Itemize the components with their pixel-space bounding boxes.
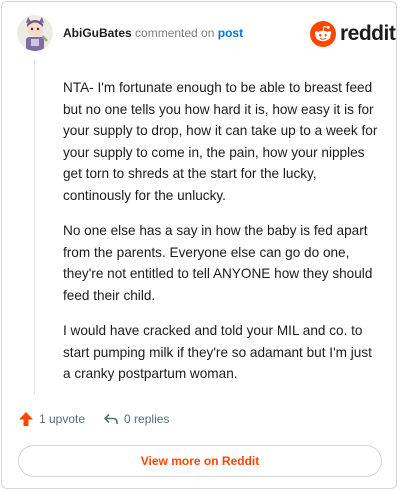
view-more-button[interactable]: View more on Reddit bbox=[18, 445, 382, 477]
thread-line bbox=[34, 60, 35, 395]
avatar-image bbox=[17, 15, 53, 51]
user-avatar[interactable] bbox=[17, 15, 53, 51]
upvote-count: 1 upvote bbox=[39, 412, 86, 426]
reply-button[interactable]: 0 replies bbox=[103, 411, 169, 427]
comment-header: AbiGuBates commented on post bbox=[63, 26, 243, 40]
comment-paragraph-2: No one else has a say in how the baby is… bbox=[63, 223, 373, 303]
comment-body: NTA- I'm fortunate enough to be able to … bbox=[63, 77, 381, 399]
reddit-wordmark: reddit bbox=[340, 22, 396, 45]
upvote-button[interactable]: 1 upvote bbox=[18, 411, 85, 427]
reddit-logo[interactable]: reddit bbox=[310, 21, 396, 47]
post-link[interactable]: post bbox=[218, 26, 243, 40]
upvote-arrow-icon bbox=[19, 412, 33, 426]
commented-on-text: commented on bbox=[135, 26, 215, 40]
comment-embed-card: AbiGuBates commented on post reddit NTA-… bbox=[1, 1, 397, 489]
username-link[interactable]: AbiGuBates bbox=[63, 26, 132, 40]
comment-paragraph-3: I would have cracked and told your MIL a… bbox=[63, 323, 372, 381]
reddit-snoo-icon bbox=[310, 21, 336, 47]
reply-arrow-icon bbox=[104, 413, 118, 424]
reply-count: 0 replies bbox=[124, 412, 170, 426]
comment-actions: 1 upvote 0 replies bbox=[18, 411, 187, 427]
comment-paragraph-1: NTA- I'm fortunate enough to be able to … bbox=[63, 80, 378, 203]
